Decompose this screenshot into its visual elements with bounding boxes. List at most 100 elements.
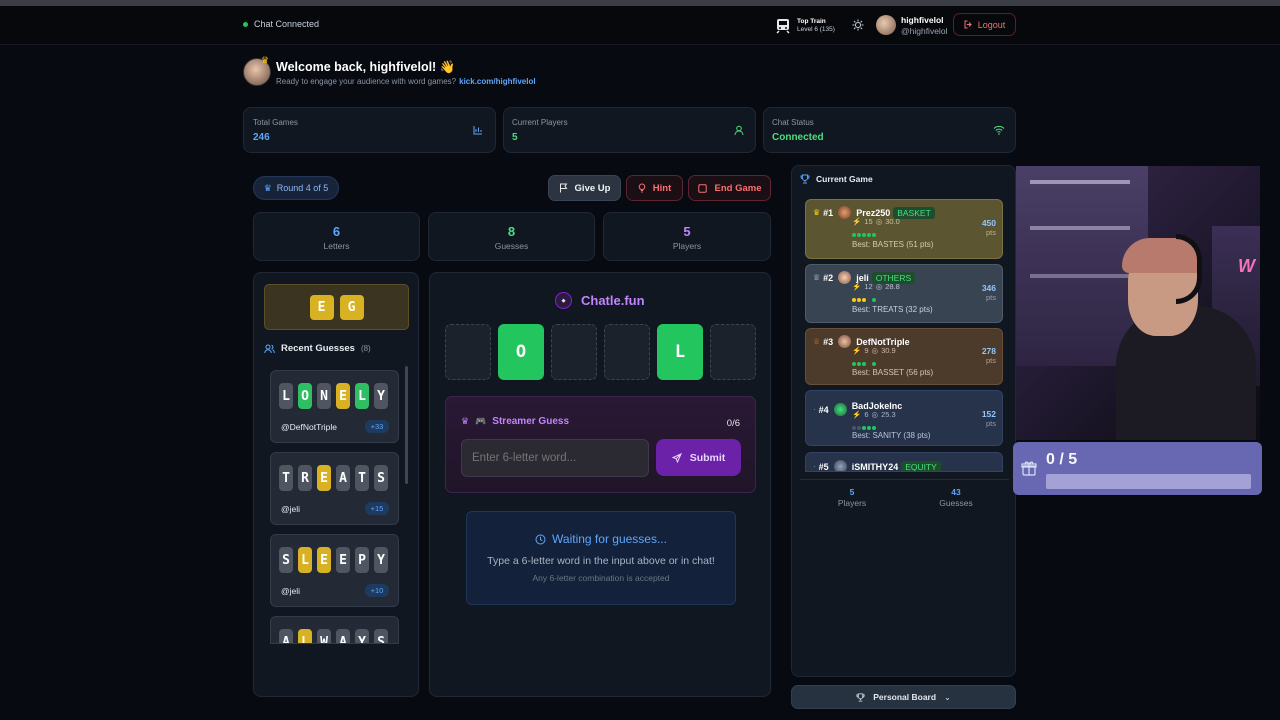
guess-user: @jeli <box>281 504 301 514</box>
clock-icon <box>535 534 546 545</box>
word-input[interactable] <box>461 439 649 477</box>
submit-label: Submit <box>689 451 726 464</box>
hint-button[interactable]: Hint <box>626 175 683 201</box>
streak-icon: ⚡ <box>852 282 862 291</box>
leaderboard-entry-partial: · #5 iSMITHY24 EQUITY <box>805 452 1003 472</box>
entry-top-row: · #5 iSMITHY24 EQUITY <box>813 460 995 472</box>
crown-icon: ♛ <box>261 55 270 65</box>
crown-icon: ♛ <box>813 208 821 217</box>
streamer-guess-box: ♛ 🎮 Streamer Guess 0/6 Submit <box>445 396 756 493</box>
target-icon: ◎ <box>871 410 879 419</box>
logout-button[interactable]: Logout <box>953 13 1016 36</box>
entry-average: 30.0 <box>885 217 900 226</box>
entry-best: Best: BASSET (56 pts) <box>852 368 934 377</box>
trophy-icon: · <box>813 462 816 471</box>
player-avatar <box>833 403 847 416</box>
webcam-headset <box>1176 234 1202 304</box>
guess-card-partial: A L W A Y S <box>270 616 399 644</box>
target-icon: ◎ <box>871 346 879 355</box>
goal-progress-overlay: 0 / 5 <box>1013 442 1262 495</box>
letter-tile: S <box>279 547 293 573</box>
webcam-shelf-line <box>1030 180 1130 184</box>
entry-streak: 12 <box>864 282 873 291</box>
letter-tile: N <box>317 383 331 409</box>
waiting-box: Waiting for guesses... Type a 6-letter w… <box>466 511 736 605</box>
channel-link[interactable]: kick.com/highfivelol <box>459 77 535 86</box>
lightbulb-icon <box>638 183 646 193</box>
give-up-button[interactable]: Give Up <box>548 175 621 201</box>
target-icon: ◎ <box>875 217 883 226</box>
guess-points-badge: +15 <box>365 502 389 515</box>
letter-tile: A <box>336 465 350 491</box>
player-avatar <box>838 206 852 219</box>
leaderboard-entry: ♕ #3 DefNotTriple ⚡ 9 ◎ 30.9 Best: BASSET … <box>805 328 1003 385</box>
letter-tile: O <box>298 383 312 409</box>
chat-connection-status: Chat Connected <box>243 19 319 29</box>
streak-icon: ⚡ <box>852 346 862 355</box>
submit-button[interactable]: Submit <box>656 439 741 476</box>
game-board-panel: ◆ Chatle.fun O L ♛ 🎮 Streamer Guess 0/6 … <box>429 272 771 697</box>
webcam-shelf-line <box>1030 226 1130 230</box>
user-icon <box>734 125 744 136</box>
entry-stats: ⚡ 9 ◎ 30.9 <box>852 346 896 355</box>
letter-tile: L <box>355 383 369 409</box>
end-game-button[interactable]: End Game <box>688 175 771 201</box>
guess-card: T R E A T S @jeli +15 <box>270 452 399 525</box>
entry-stats: ⚡ 15 ◎ 30.0 <box>852 217 900 226</box>
recent-guesses-scrollbar[interactable] <box>405 366 408 484</box>
entry-history-dots <box>852 358 877 368</box>
letter-tile: T <box>355 465 369 491</box>
webcam-shelf-line <box>1030 274 1130 278</box>
leaderboard-entry: ♕ #2 jeli OTHERS ⚡ 12 ◎ 28.8 Best: TREATS … <box>805 264 1003 323</box>
flag-icon <box>559 183 568 193</box>
streamer-guess-count: 0/6 <box>726 418 740 429</box>
stat-value: 5 <box>512 132 518 143</box>
entry-rank: #3 <box>823 336 834 347</box>
entry-streak: 9 <box>864 346 869 355</box>
entry-top-row: ♕ #3 DefNotTriple <box>813 335 995 348</box>
board-tile <box>710 324 756 380</box>
welcome-subtitle: Ready to engage your audience with word … <box>276 77 457 86</box>
trophy-icon: · <box>813 405 816 414</box>
entry-best: Best: BASTES (51 pts) <box>852 240 934 249</box>
round-badge: ♛ Round 4 of 5 <box>253 176 339 200</box>
guess-points-badge: +33 <box>365 420 389 433</box>
leaderboard-guesses-stat: 43 Guesses <box>916 487 996 509</box>
lb-guesses-value: 43 <box>951 487 961 497</box>
entry-name: iSMITHY24 <box>851 461 899 472</box>
streak-icon: ⚡ <box>852 410 862 419</box>
entry-score: 346 pts <box>982 283 996 303</box>
bar-chart-icon <box>473 125 483 135</box>
stat-card-total-games: Total Games 246 <box>243 107 496 153</box>
recent-guesses-count: (8) <box>360 344 371 353</box>
lb-players-label: Players <box>837 498 867 508</box>
entry-points-unit: pts <box>985 228 996 237</box>
user-avatar[interactable] <box>876 15 896 35</box>
entry-rank: #5 <box>818 461 829 472</box>
trophy-icon: ♕ <box>813 273 821 282</box>
board-tile <box>445 324 491 380</box>
entry-rank: #2 <box>823 272 834 283</box>
goal-progress-track <box>1046 474 1251 489</box>
lb-players-value: 5 <box>849 487 855 497</box>
round-label: Round 4 of 5 <box>276 183 329 193</box>
letter-tile: S <box>374 629 388 643</box>
entry-history-dots <box>852 229 877 239</box>
personal-board-label: Personal Board <box>873 692 937 702</box>
hint-letters-box: E G <box>264 284 409 330</box>
letter-tile: A <box>336 629 350 643</box>
personal-board-button[interactable]: Personal Board ⌄ <box>791 685 1016 709</box>
hint-letter-tile: E <box>309 294 334 320</box>
letter-tile: T <box>279 465 293 491</box>
give-up-label: Give Up <box>574 182 611 194</box>
theme-toggle-sun-icon[interactable] <box>852 19 864 31</box>
entry-best: Best: SANITY (38 pts) <box>852 431 931 440</box>
letter-tile: L <box>279 383 293 409</box>
divider <box>800 479 1009 480</box>
header-username: highfivelol <box>901 15 944 25</box>
waiting-text: Type a 6-letter word in the input above … <box>487 555 715 567</box>
guess-card: L O N E L Y @DefNotTriple +33 <box>270 370 399 443</box>
user-info: highfivelol @highfivelol <box>901 15 947 37</box>
leaderboard-header: Current Game <box>800 174 873 184</box>
letter-tile: L <box>298 547 312 573</box>
